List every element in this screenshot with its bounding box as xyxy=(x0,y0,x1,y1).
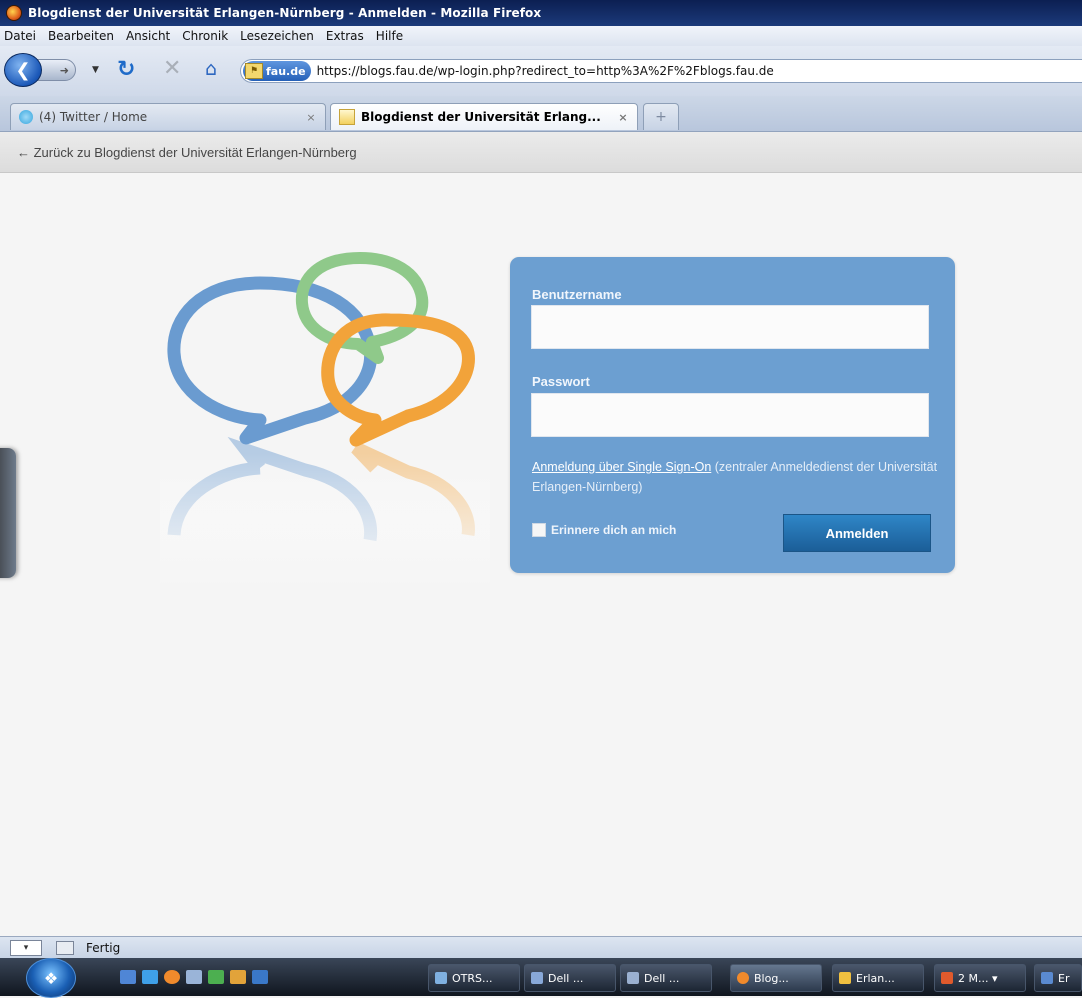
navigation-toolbar: ➜ ❮ ▼ ↻ ✕ ⌂ ⚑ fau.de https://blogs.fau.d… xyxy=(0,46,1082,96)
dell-app-icon xyxy=(531,972,543,984)
reload-icon[interactable]: ↻ xyxy=(117,57,135,82)
windows-logo-icon: ❖ xyxy=(43,968,59,988)
forward-button[interactable]: ➜ xyxy=(36,59,76,81)
taskbar-button-label: 2 M... ▾ xyxy=(958,971,998,985)
erlangen-app-icon xyxy=(839,972,851,984)
back-arrow-icon: ❮ xyxy=(15,59,31,81)
tab-label: Blogdienst der Universität Erlang... xyxy=(361,110,601,124)
taskbar-button[interactable]: OTRS... xyxy=(428,964,520,992)
status-text: Fertig xyxy=(86,941,121,955)
taskbar-button[interactable]: Blog... xyxy=(730,964,822,992)
blue-speech-bubble xyxy=(167,276,378,445)
taskbar-button[interactable]: 2 M... ▾ xyxy=(934,964,1026,992)
tab-twitter[interactable]: (4) Twitter / Home × xyxy=(10,103,326,130)
back-button[interactable]: ❮ xyxy=(4,53,42,87)
taskbar-button-label: Er xyxy=(1058,971,1070,985)
menu-ansicht[interactable]: Ansicht xyxy=(120,29,176,43)
show-desktop-icon[interactable] xyxy=(120,970,136,984)
url-bar[interactable]: ⚑ fau.de https://blogs.fau.de/wp-login.p… xyxy=(240,59,1082,83)
menu-bearbeiten[interactable]: Bearbeiten xyxy=(42,29,120,43)
start-button[interactable]: ❖ xyxy=(26,958,76,998)
side-widget-tab[interactable] xyxy=(0,448,16,578)
blog-logo xyxy=(160,248,490,588)
firefox-app-icon xyxy=(737,972,749,984)
remember-me-label: Erinnere dich an mich xyxy=(551,523,677,537)
speech-bubbles-logo-icon xyxy=(160,252,490,588)
dell-app-icon xyxy=(627,972,639,984)
taskbar-button[interactable]: Er xyxy=(1034,964,1082,992)
taskbar-button[interactable]: Dell ... xyxy=(524,964,616,992)
stop-icon[interactable]: ✕ xyxy=(163,56,181,81)
sso-link[interactable]: Anmeldung über Single Sign-On xyxy=(532,460,711,474)
password-field[interactable] xyxy=(531,393,929,437)
taskbar-button-label: Erlan... xyxy=(856,971,895,985)
sso-notice: Anmeldung über Single Sign-On (zentraler… xyxy=(532,457,938,497)
status-bar: ▾ Fertig xyxy=(0,936,1082,959)
menu-extras[interactable]: Extras xyxy=(320,29,370,43)
twitter-favicon-icon xyxy=(19,110,33,124)
tab-label: (4) Twitter / Home xyxy=(39,110,148,124)
tab-strip: (4) Twitter / Home × Blogdienst der Univ… xyxy=(0,96,1082,132)
site-domain: fau.de xyxy=(266,64,306,78)
menu-chronik[interactable]: Chronik xyxy=(176,29,234,43)
firefox-quicklaunch-icon[interactable] xyxy=(164,970,180,984)
folder-quicklaunch-icon[interactable] xyxy=(230,970,246,984)
new-tab-button[interactable]: + xyxy=(643,103,679,130)
tab-blogdienst[interactable]: Blogdienst der Universität Erlang... × xyxy=(330,103,638,130)
remember-me-checkbox[interactable] xyxy=(532,523,546,537)
blog-favicon-icon xyxy=(339,109,355,125)
grouped-app-icon xyxy=(941,972,953,984)
app-quicklaunch-icon[interactable] xyxy=(186,970,202,984)
taskbar-button-label: Dell ... xyxy=(548,971,584,985)
taskbar-button[interactable]: Erlan... xyxy=(832,964,924,992)
window-title: Blogdienst der Universität Erlangen-Nürn… xyxy=(28,6,542,20)
taskbar-button-label: Blog... xyxy=(754,971,789,985)
back-to-blog-link[interactable]: ← Zurück zu Blogdienst der Universität E… xyxy=(17,145,357,160)
taskbar-button-label: Dell ... xyxy=(644,971,680,985)
site-identity-icon: ⚑ xyxy=(245,63,263,79)
plus-icon: + xyxy=(655,109,667,125)
window-titlebar: Blogdienst der Universität Erlangen-Nürn… xyxy=(0,0,1082,26)
taskbar-button[interactable]: Dell ... xyxy=(620,964,712,992)
home-icon[interactable]: ⌂ xyxy=(205,58,217,80)
taskbar-button-label: OTRS... xyxy=(452,971,493,985)
menu-hilfe[interactable]: Hilfe xyxy=(370,29,409,43)
tab-close-icon[interactable]: × xyxy=(303,111,319,124)
addon-bar-icon[interactable]: ▾ xyxy=(10,940,42,956)
monitor-quicklaunch-icon[interactable] xyxy=(252,970,268,984)
forward-arrow-icon: ➜ xyxy=(59,63,69,77)
remember-me[interactable]: Erinnere dich an mich xyxy=(532,523,676,537)
login-page: Benutzername Passwort Anmeldung über Sin… xyxy=(0,173,1082,936)
erlangen-app-icon xyxy=(1041,972,1053,984)
password-label: Passwort xyxy=(532,374,590,389)
media-quicklaunch-icon[interactable] xyxy=(208,970,224,984)
history-dropdown-icon[interactable]: ▼ xyxy=(92,65,99,75)
url-text[interactable]: https://blogs.fau.de/wp-login.php?redire… xyxy=(317,64,774,78)
window-icon[interactable] xyxy=(56,941,74,955)
menu-lesezeichen[interactable]: Lesezeichen xyxy=(234,29,320,43)
username-label: Benutzername xyxy=(532,287,622,302)
wp-backlink-bar: ← Zurück zu Blogdienst der Universität E… xyxy=(0,132,1082,173)
site-identity-badge[interactable]: ⚑ fau.de xyxy=(243,61,311,81)
firefox-icon xyxy=(6,5,22,21)
green-speech-bubble xyxy=(295,252,429,364)
login-submit-button[interactable]: Anmelden xyxy=(783,514,931,552)
otrs-app-icon xyxy=(435,972,447,984)
windows-taskbar: ❖ OTRS... Dell ... Dell ... Blog... Erla… xyxy=(0,958,1082,998)
internet-explorer-icon[interactable] xyxy=(142,970,158,984)
username-field[interactable] xyxy=(531,305,929,349)
menu-datei[interactable]: Datei xyxy=(0,29,42,43)
menubar: Datei Bearbeiten Ansicht Chronik Lesezei… xyxy=(0,26,1082,46)
login-form: Benutzername Passwort Anmeldung über Sin… xyxy=(510,257,955,573)
tab-close-icon[interactable]: × xyxy=(615,111,631,124)
